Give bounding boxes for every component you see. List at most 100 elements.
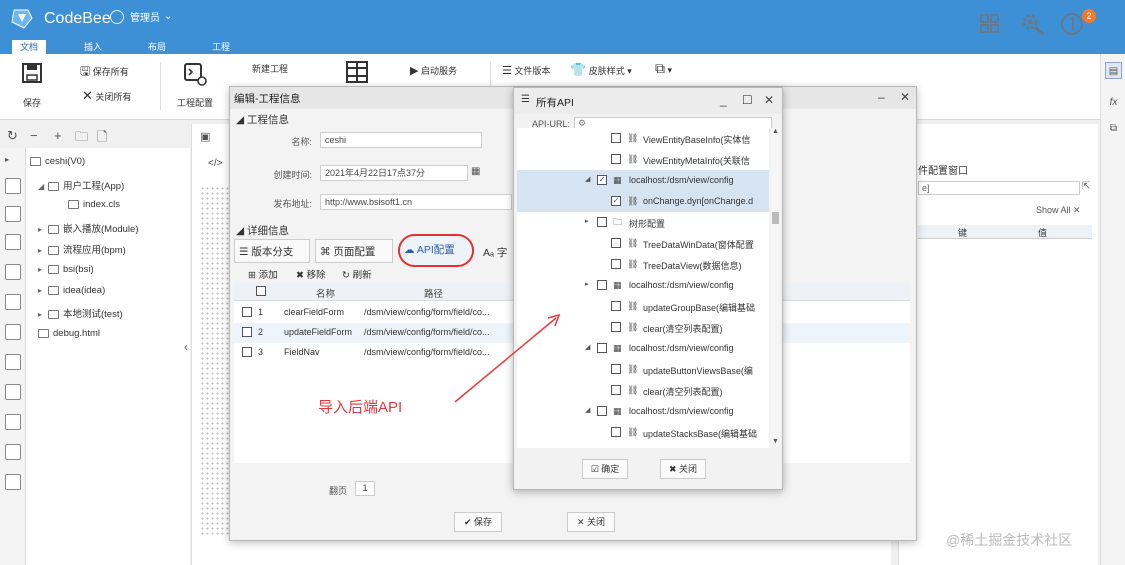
tab-project[interactable]: 工程: [204, 40, 238, 54]
external-link-icon[interactable]: ⇱: [1082, 181, 1090, 192]
layout-toggle-button[interactable]: ⧉ ▾: [655, 60, 672, 77]
panel-icon[interactable]: [5, 294, 21, 310]
add-icon[interactable]: +: [54, 128, 62, 143]
save-all-button[interactable]: 🖫 保存所有: [80, 62, 129, 83]
new-project-button[interactable]: 新建工程: [252, 62, 288, 75]
name-input[interactable]: ceshi: [320, 132, 482, 148]
api-checkbox[interactable]: [611, 301, 621, 311]
tree-item[interactable]: ▸ bsi(bsi): [38, 264, 94, 275]
add-button[interactable]: ⊞ 添加: [248, 267, 278, 281]
tree-item[interactable]: ▸ 嵌入播放(Module): [38, 221, 139, 235]
project-config-button[interactable]: 工程配置: [175, 62, 215, 109]
expand-arrow-icon[interactable]: ◢: [585, 343, 590, 351]
minimize-icon[interactable]: _: [720, 93, 727, 107]
server-icon-button[interactable]: [345, 60, 369, 86]
close-icon[interactable]: ✕: [900, 90, 910, 104]
refresh-icon[interactable]: ↻: [7, 128, 18, 144]
api-checkbox[interactable]: ✓: [597, 175, 607, 185]
row-checkbox[interactable]: [242, 307, 252, 317]
select-all-checkbox[interactable]: [256, 286, 266, 296]
api-checkbox[interactable]: [611, 364, 621, 374]
api-list-item[interactable]: ⛓ TreeDataWinData(窗体配置: [517, 233, 769, 254]
save-button[interactable]: 保存: [18, 62, 46, 109]
sliders-icon[interactable]: [5, 444, 21, 460]
api-checkbox[interactable]: [611, 238, 621, 248]
publish-input[interactable]: http://www.bsisoft1.cn: [320, 194, 512, 210]
gear-icon[interactable]: [5, 384, 21, 400]
property-input[interactable]: e]: [918, 181, 1080, 195]
designer-icon[interactable]: ▣: [200, 130, 210, 143]
close-button[interactable]: ✕ 关闭: [567, 512, 615, 532]
wave-icon[interactable]: [5, 474, 21, 490]
apps-grid-icon[interactable]: [980, 14, 1000, 34]
remove-button[interactable]: ✖ 移除: [296, 267, 326, 281]
link-icon[interactable]: [5, 354, 21, 370]
collapse-left-icon[interactable]: ‹: [184, 340, 188, 354]
tree-item[interactable]: ◢ 用户工程(App): [38, 178, 124, 192]
panel-toggle-icon[interactable]: ▤: [1105, 62, 1122, 79]
layout-icon[interactable]: [5, 324, 21, 340]
list-icon[interactable]: [5, 264, 21, 280]
ok-button[interactable]: ☑ 确定: [582, 459, 628, 479]
expand-arrow-icon[interactable]: ▸: [5, 155, 21, 171]
row-checkbox[interactable]: [242, 327, 252, 337]
api-list-item[interactable]: ✓ ⛓ onChange.dyn[onChange.d: [517, 191, 769, 212]
tree-item[interactable]: ceshi(V0): [30, 156, 85, 167]
scroll-down-icon[interactable]: ▼: [772, 438, 779, 445]
folder-icon[interactable]: 🗀: [75, 128, 88, 150]
expand-arrow-icon[interactable]: ▸: [585, 280, 589, 288]
tab-document[interactable]: 文档: [12, 40, 47, 54]
api-checkbox[interactable]: [611, 133, 621, 143]
api-checkbox[interactable]: ✓: [611, 196, 621, 206]
tree-item[interactable]: ▸ idea(idea): [38, 285, 105, 296]
tab-page-config[interactable]: ⌘ 页面配置: [315, 239, 393, 263]
cross-icon[interactable]: [5, 414, 21, 430]
api-checkbox[interactable]: [597, 406, 607, 416]
notification-icon[interactable]: [1060, 12, 1084, 36]
tab-layout[interactable]: 布局: [140, 40, 174, 54]
close-all-button[interactable]: ✕ 关闭所有: [82, 88, 131, 104]
row-checkbox[interactable]: [242, 347, 252, 357]
settings-wrench-icon[interactable]: [1020, 12, 1046, 36]
tree-item[interactable]: debug.html: [38, 328, 100, 339]
file-icon[interactable]: 🗋: [97, 128, 107, 150]
api-checkbox[interactable]: [611, 385, 621, 395]
refresh-button[interactable]: ↻ 刷新: [342, 267, 372, 281]
api-checkbox[interactable]: [611, 322, 621, 332]
api-list-item[interactable]: ◢ ✓ ▦ localhost:/dsm/view/config: [517, 170, 769, 191]
api-checkbox[interactable]: [611, 259, 621, 269]
api-checkbox[interactable]: [597, 343, 607, 353]
show-all-toggle[interactable]: Show All ✕: [1036, 205, 1081, 216]
form-icon[interactable]: [5, 206, 21, 222]
dialog-titlebar[interactable]: ☰ 所有API _ ☐ ✕: [514, 88, 782, 114]
expand-arrow-icon[interactable]: ◢: [585, 406, 590, 414]
function-icon[interactable]: fx: [1105, 94, 1122, 111]
maximize-icon[interactable]: ☐: [742, 93, 753, 107]
api-checkbox[interactable]: [597, 280, 607, 290]
start-service-button[interactable]: ▶ 启动服务: [410, 64, 457, 77]
api-list-item[interactable]: ⛓ updateStacksBase(编辑基础: [517, 422, 769, 443]
user-menu[interactable]: 管理员 ⌄: [110, 9, 172, 24]
expand-arrow-icon[interactable]: ◢: [585, 175, 590, 183]
scroll-up-icon[interactable]: ▲: [772, 128, 779, 135]
created-input[interactable]: 2021年4月22日17点37分: [320, 165, 468, 181]
collapse-icon[interactable]: −: [30, 128, 38, 143]
window-icon[interactable]: [5, 178, 21, 194]
close-button[interactable]: ✖ 关闭: [660, 459, 706, 479]
api-list-item[interactable]: ⛓ ViewEntityMetaInfo(关联信: [517, 149, 769, 170]
api-checkbox[interactable]: [611, 427, 621, 437]
scroll-thumb[interactable]: [772, 212, 779, 224]
tree-item[interactable]: index.cls: [68, 199, 120, 210]
api-list-item[interactable]: ⛓ ViewEntityBaseInfo(实体信: [517, 128, 769, 149]
tab-insert[interactable]: 插入: [76, 40, 110, 54]
expand-arrow-icon[interactable]: ▸: [585, 217, 589, 225]
api-checkbox[interactable]: [611, 154, 621, 164]
scrollbar[interactable]: ▲ ▼: [771, 128, 780, 448]
tab-api-config[interactable]: ☁ API配置: [398, 234, 474, 267]
windows-icon[interactable]: ⧉: [1105, 120, 1122, 137]
pager-input[interactable]: 1: [355, 481, 375, 496]
tree-item[interactable]: ▸ 流程应用(bpm): [38, 242, 126, 256]
close-icon[interactable]: ✕: [764, 93, 774, 107]
api-list-item[interactable]: ▸ 🗀 树形配置: [517, 212, 769, 233]
tab-version-branch[interactable]: ☰ 版本分支: [234, 239, 310, 263]
